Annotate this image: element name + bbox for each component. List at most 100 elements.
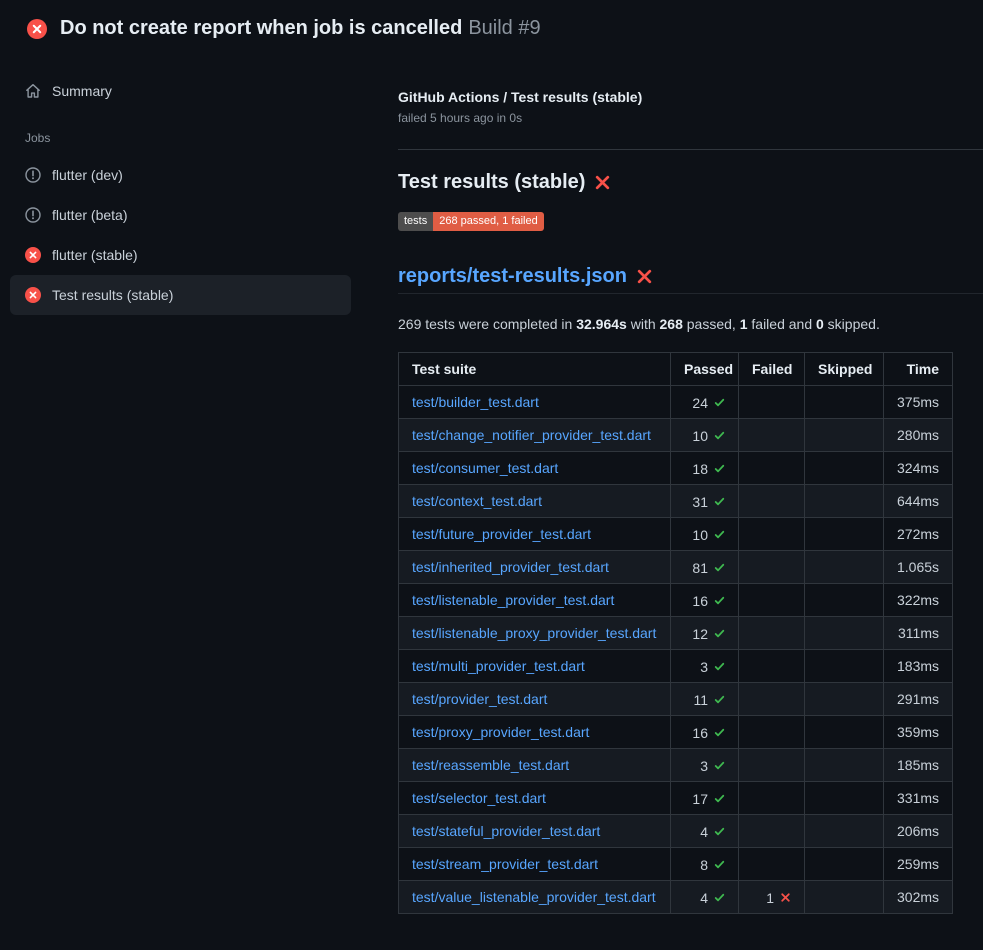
table-row: test/provider_test.dart 11 291ms <box>399 683 953 716</box>
summary-part: with <box>627 316 660 332</box>
suite-link[interactable]: test/listenable_proxy_provider_test.dart <box>412 625 656 641</box>
build-title: Do not create report when job is cancell… <box>60 17 462 39</box>
time-cell: 206ms <box>884 815 953 848</box>
passed-cell: 16 <box>671 716 739 749</box>
section-title: Test results (stable) <box>398 171 983 194</box>
skipped-cell <box>805 452 884 485</box>
summary-duration: 32.964s <box>576 316 627 332</box>
col-failed: Failed <box>739 353 805 386</box>
time-cell: 272ms <box>884 518 953 551</box>
summary-part: passed, <box>683 316 740 332</box>
table-row: test/reassemble_test.dart3185ms <box>399 749 953 782</box>
check-icon <box>714 496 725 507</box>
passed-cell: 11 <box>671 683 739 716</box>
passed-cell: 16 <box>671 584 739 617</box>
report-link[interactable]: reports/test-results.json <box>398 265 627 288</box>
time-cell: 331ms <box>884 782 953 815</box>
failed-x-icon <box>636 268 653 285</box>
suite-link[interactable]: test/selector_test.dart <box>412 790 546 806</box>
suite-link[interactable]: test/stateful_provider_test.dart <box>412 823 600 839</box>
suite-link[interactable]: test/value_listenable_provider_test.dart <box>412 889 656 905</box>
home-icon <box>25 83 41 99</box>
failed-cell <box>739 683 805 716</box>
suite-link[interactable]: test/multi_provider_test.dart <box>412 658 585 674</box>
check-icon <box>714 628 725 639</box>
col-skipped: Skipped <box>805 353 884 386</box>
sidebar-item-label: Summary <box>52 83 112 99</box>
time-cell: 1.065s <box>884 551 953 584</box>
suite-link[interactable]: test/builder_test.dart <box>412 394 539 410</box>
suite-link[interactable]: test/inherited_provider_test.dart <box>412 559 609 575</box>
summary-skipped-count: 0 <box>816 316 824 332</box>
suite-cell: test/stateful_provider_test.dart <box>399 815 671 848</box>
failed-cell <box>739 584 805 617</box>
check-icon <box>714 694 725 705</box>
sidebar-item-summary[interactable]: Summary <box>10 71 351 111</box>
suite-cell: test/future_provider_test.dart <box>399 518 671 551</box>
suite-link[interactable]: test/listenable_provider_test.dart <box>412 592 614 608</box>
failed-cell <box>739 848 805 881</box>
suite-link[interactable]: test/context_test.dart <box>412 493 542 509</box>
skipped-cell <box>805 584 884 617</box>
check-icon <box>714 430 725 441</box>
check-icon <box>714 727 725 738</box>
time-cell: 291ms <box>884 683 953 716</box>
table-row: test/stateful_provider_test.dart4206ms <box>399 815 953 848</box>
suite-link[interactable]: test/future_provider_test.dart <box>412 526 591 542</box>
tests-badge: tests 268 passed, 1 failed <box>398 212 544 231</box>
skipped-cell <box>805 881 884 914</box>
time-cell: 185ms <box>884 749 953 782</box>
check-icon <box>714 529 725 540</box>
failed-cell <box>739 716 805 749</box>
table-row: test/consumer_test.dart18324ms <box>399 452 953 485</box>
skipped-cell <box>805 782 884 815</box>
suite-link[interactable]: test/stream_provider_test.dart <box>412 856 598 872</box>
skipped-cell <box>805 716 884 749</box>
sidebar: Summary Jobs flutter (dev) flutter (beta… <box>10 53 351 315</box>
table-row: test/context_test.dart31644ms <box>399 485 953 518</box>
results-table: Test suite Passed Failed Skipped Time te… <box>398 352 953 914</box>
check-icon <box>714 826 725 837</box>
summary-passed-count: 268 <box>660 316 683 332</box>
suite-link[interactable]: test/proxy_provider_test.dart <box>412 724 589 740</box>
suite-link[interactable]: test/provider_test.dart <box>412 691 547 707</box>
failed-cell: 1 <box>739 881 805 914</box>
divider <box>398 149 983 150</box>
sidebar-item-flutter-dev[interactable]: flutter (dev) <box>10 155 351 195</box>
suite-cell: test/value_listenable_provider_test.dart <box>399 881 671 914</box>
suite-cell: test/change_notifier_provider_test.dart <box>399 419 671 452</box>
build-number: Build #9 <box>468 17 540 39</box>
passed-cell: 8 <box>671 848 739 881</box>
page-layout: Summary Jobs flutter (dev) flutter (beta… <box>0 53 983 914</box>
time-cell: 644ms <box>884 485 953 518</box>
passed-cell: 3 <box>671 650 739 683</box>
sidebar-item-label: flutter (stable) <box>52 247 138 263</box>
suite-link[interactable]: test/reassemble_test.dart <box>412 757 569 773</box>
skipped-cell <box>805 749 884 782</box>
failed-cell <box>739 650 805 683</box>
suite-cell: test/listenable_provider_test.dart <box>399 584 671 617</box>
results-table-body: test/builder_test.dart24375mstest/change… <box>399 386 953 914</box>
suite-link[interactable]: test/consumer_test.dart <box>412 460 558 476</box>
skipped-cell <box>805 386 884 419</box>
time-cell: 322ms <box>884 584 953 617</box>
table-row: test/proxy_provider_test.dart16359ms <box>399 716 953 749</box>
col-time: Time <box>884 353 953 386</box>
sidebar-item-flutter-stable[interactable]: flutter (stable) <box>10 235 351 275</box>
failed-cell <box>739 782 805 815</box>
sidebar-item-flutter-beta[interactable]: flutter (beta) <box>10 195 351 235</box>
time-cell: 259ms <box>884 848 953 881</box>
sidebar-item-test-results-stable[interactable]: Test results (stable) <box>10 275 351 315</box>
table-row: test/listenable_proxy_provider_test.dart… <box>399 617 953 650</box>
table-row: test/selector_test.dart17331ms <box>399 782 953 815</box>
failed-cell <box>739 749 805 782</box>
passed-cell: 4 <box>671 881 739 914</box>
time-cell: 375ms <box>884 386 953 419</box>
main-content: GitHub Actions / Test results (stable) f… <box>398 53 983 914</box>
table-row: test/listenable_provider_test.dart 16 322m… <box>399 584 953 617</box>
passed-cell: 12 <box>671 617 739 650</box>
suite-cell: test/proxy_provider_test.dart <box>399 716 671 749</box>
time-cell: 302ms <box>884 881 953 914</box>
passed-cell: 10 <box>671 419 739 452</box>
suite-link[interactable]: test/change_notifier_provider_test.dart <box>412 427 651 443</box>
